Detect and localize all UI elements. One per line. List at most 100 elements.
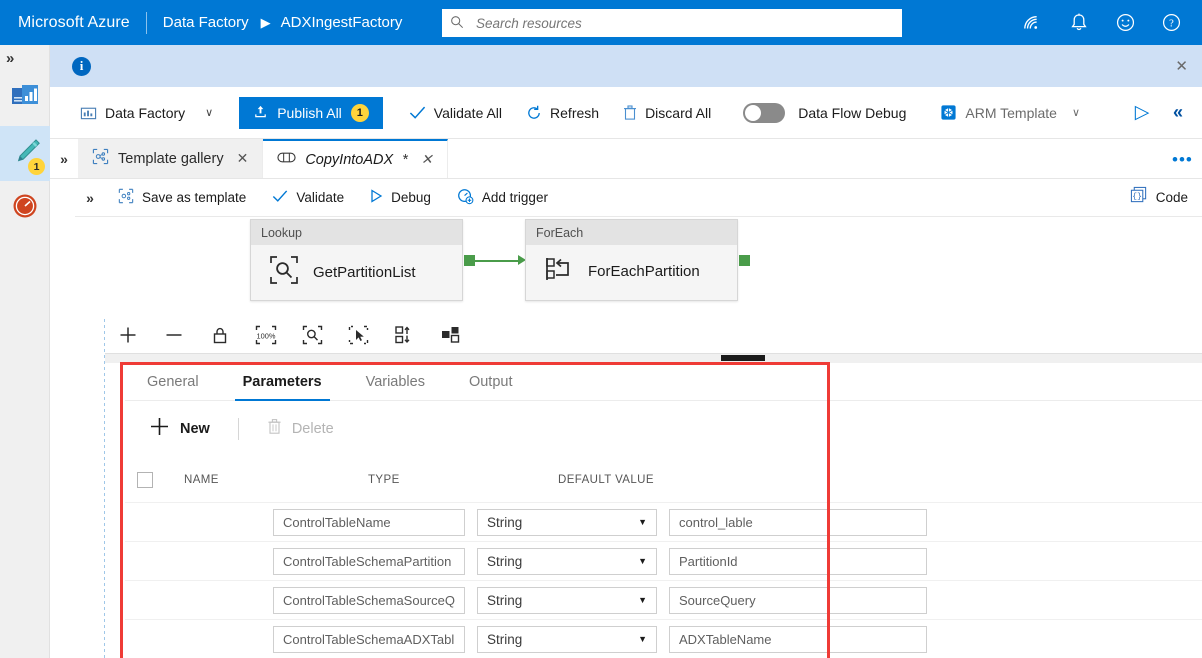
activity-card-lookup[interactable]: Lookup GetPartitionList xyxy=(250,219,463,301)
run-play-icon[interactable]: ▷ xyxy=(1124,95,1160,131)
parameter-type-select[interactable]: String ▼ xyxy=(477,586,657,614)
breadcrumb-service[interactable]: Data Factory xyxy=(147,14,259,31)
activity-type-label: Lookup xyxy=(251,220,462,245)
properties-tab-list: General Parameters Variables Output xyxy=(125,363,1202,401)
notifications-bell-icon[interactable] xyxy=(1056,0,1102,45)
parameter-type-select[interactable]: String ▼ xyxy=(477,625,657,653)
left-rail: » 1 xyxy=(0,45,50,658)
parameter-default-value-input[interactable]: SourceQuery xyxy=(669,586,927,614)
monitor-gauge-icon xyxy=(10,191,40,226)
toggle-switch[interactable] xyxy=(743,102,786,123)
tab-label: Variables xyxy=(365,373,425,390)
delete-label: Delete xyxy=(291,420,334,437)
panel-drag-handle[interactable] xyxy=(721,355,765,361)
pipeline-icon xyxy=(277,151,296,168)
chevron-down-icon: ▼ xyxy=(638,517,647,527)
auto-align-icon[interactable] xyxy=(381,318,427,352)
zoom-in-icon[interactable] xyxy=(105,318,151,352)
azure-top-header: Microsoft Azure Data Factory ▶ ADXIngest… xyxy=(0,0,1202,45)
rail-item-home-overview[interactable] xyxy=(0,71,50,126)
tab-general[interactable]: General xyxy=(125,363,221,400)
parameter-name-input[interactable]: ControlTableSchemaSourceQ xyxy=(273,586,465,614)
collapse-panel-chevron-icon[interactable]: « xyxy=(1160,95,1196,131)
data-flow-debug-toggle[interactable]: Data Flow Debug xyxy=(723,96,918,130)
header-icon-group: ? xyxy=(1010,0,1194,45)
tabstrip-expand-chevron-icon[interactable]: » xyxy=(50,139,78,178)
tab-close-icon[interactable]: ✕ xyxy=(421,151,433,168)
select-mode-icon[interactable] xyxy=(335,318,381,352)
parameter-default-value-input[interactable]: PartitionId xyxy=(669,547,927,575)
checkmark-icon xyxy=(272,189,288,206)
tab-close-icon[interactable]: ✕ xyxy=(237,150,249,167)
action-divider xyxy=(237,417,239,440)
template-gallery-icon xyxy=(92,148,109,169)
breadcrumb-resource[interactable]: ADXIngestFactory xyxy=(273,14,411,31)
arm-template-icon xyxy=(940,104,957,121)
table-row[interactable]: ControlTableName String ▼ control_lable xyxy=(125,502,1202,541)
add-trigger-button[interactable]: Add trigger xyxy=(444,183,561,213)
activity-card-foreach[interactable]: ForEach ForEachPartition xyxy=(525,219,738,301)
add-trigger-icon xyxy=(457,188,474,208)
parameter-default-value-input[interactable]: ADXTableName xyxy=(669,625,927,653)
rail-expand-chevron-icon[interactable]: » xyxy=(0,45,49,71)
tab-output[interactable]: Output xyxy=(447,363,535,400)
parameter-type-select[interactable]: String ▼ xyxy=(477,547,657,575)
debug-button[interactable]: Debug xyxy=(357,183,444,213)
validate-button[interactable]: Validate xyxy=(259,183,357,213)
grouping-icon[interactable] xyxy=(427,318,473,352)
connector-output-port[interactable] xyxy=(464,255,475,266)
publish-all-button[interactable]: Publish All 1 xyxy=(239,96,383,129)
zoom-100-percent-icon[interactable]: 100% xyxy=(243,318,289,352)
tab-template-gallery[interactable]: Template gallery ✕ xyxy=(78,139,264,178)
select-all-checkbox[interactable] xyxy=(137,472,153,488)
zoom-to-fit-icon[interactable] xyxy=(289,318,335,352)
delete-parameter-button[interactable]: Delete xyxy=(253,412,348,445)
parameter-type-select[interactable]: String ▼ xyxy=(477,508,657,536)
refresh-button[interactable]: Refresh xyxy=(514,96,611,130)
code-label[interactable]: Code xyxy=(1156,190,1188,205)
add-trigger-label: Add trigger xyxy=(481,190,548,205)
pipeline-more-menu-icon[interactable]: ••• xyxy=(1172,150,1193,170)
table-row[interactable]: ControlTableSchemaADXTabl String ▼ ADXTa… xyxy=(125,619,1202,658)
azure-brand[interactable]: Microsoft Azure xyxy=(0,14,146,32)
parameter-name-input[interactable]: ControlTableSchemaADXTabl xyxy=(273,625,465,653)
table-row[interactable]: ControlTableSchemaPartition String ▼ Par… xyxy=(125,541,1202,580)
cloud-shell-icon[interactable] xyxy=(1010,0,1056,45)
data-factory-selector[interactable]: Data Factory ∨ xyxy=(68,96,225,130)
arm-template-menu[interactable]: ARM Template ∨ xyxy=(918,96,1092,130)
lock-icon[interactable] xyxy=(197,318,243,352)
panel-resize-strip[interactable] xyxy=(105,354,1202,363)
refresh-label: Refresh xyxy=(550,104,600,121)
feedback-smiley-icon[interactable] xyxy=(1102,0,1148,45)
chevron-down-icon: ▼ xyxy=(638,595,647,605)
code-icon: {} xyxy=(1130,186,1148,209)
tab-parameters[interactable]: Parameters xyxy=(221,363,344,401)
tab-copyintoadx[interactable]: CopyIntoADX * ✕ xyxy=(263,139,448,178)
pipeline-expand-chevron-icon[interactable]: » xyxy=(75,190,105,206)
global-search-box[interactable]: Search resources xyxy=(442,9,902,37)
connector-output-port[interactable] xyxy=(739,255,750,266)
help-question-icon[interactable]: ? xyxy=(1148,0,1194,45)
editor-tab-strip: » Template gallery ✕ CopyIntoADX * ✕ xyxy=(50,139,1202,179)
save-as-template-button[interactable]: Save as template xyxy=(105,183,259,213)
author-badge-count: 1 xyxy=(28,158,45,175)
validate-all-button[interactable]: Validate All xyxy=(397,96,514,130)
parameter-name-input[interactable]: ControlTableSchemaPartition xyxy=(273,547,465,575)
info-banner-close-icon[interactable]: ✕ xyxy=(1175,57,1188,75)
svg-text:100%: 100% xyxy=(257,331,276,340)
column-header-name: NAME xyxy=(184,474,219,486)
pipeline-canvas[interactable]: Lookup GetPartitionList ForEach ForEachP… xyxy=(75,217,1202,317)
parameter-default-value-input[interactable]: control_lable xyxy=(669,508,927,536)
parameter-name-input[interactable]: ControlTableName xyxy=(273,508,465,536)
rail-item-author-pencil[interactable]: 1 xyxy=(0,126,50,181)
tab-label: Template gallery xyxy=(118,150,224,167)
new-parameter-button[interactable]: New xyxy=(135,410,224,447)
tab-variables[interactable]: Variables xyxy=(344,363,447,400)
discard-all-button[interactable]: Discard All xyxy=(611,96,723,130)
tab-label: Output xyxy=(468,373,513,390)
zoom-out-icon[interactable] xyxy=(151,318,197,352)
table-row[interactable]: ControlTableSchemaSourceQ String ▼ Sourc… xyxy=(125,580,1202,619)
rail-item-monitor-gauge[interactable] xyxy=(0,181,50,236)
home-overview-icon xyxy=(10,83,40,114)
activity-body: ForEachPartition xyxy=(526,245,737,288)
